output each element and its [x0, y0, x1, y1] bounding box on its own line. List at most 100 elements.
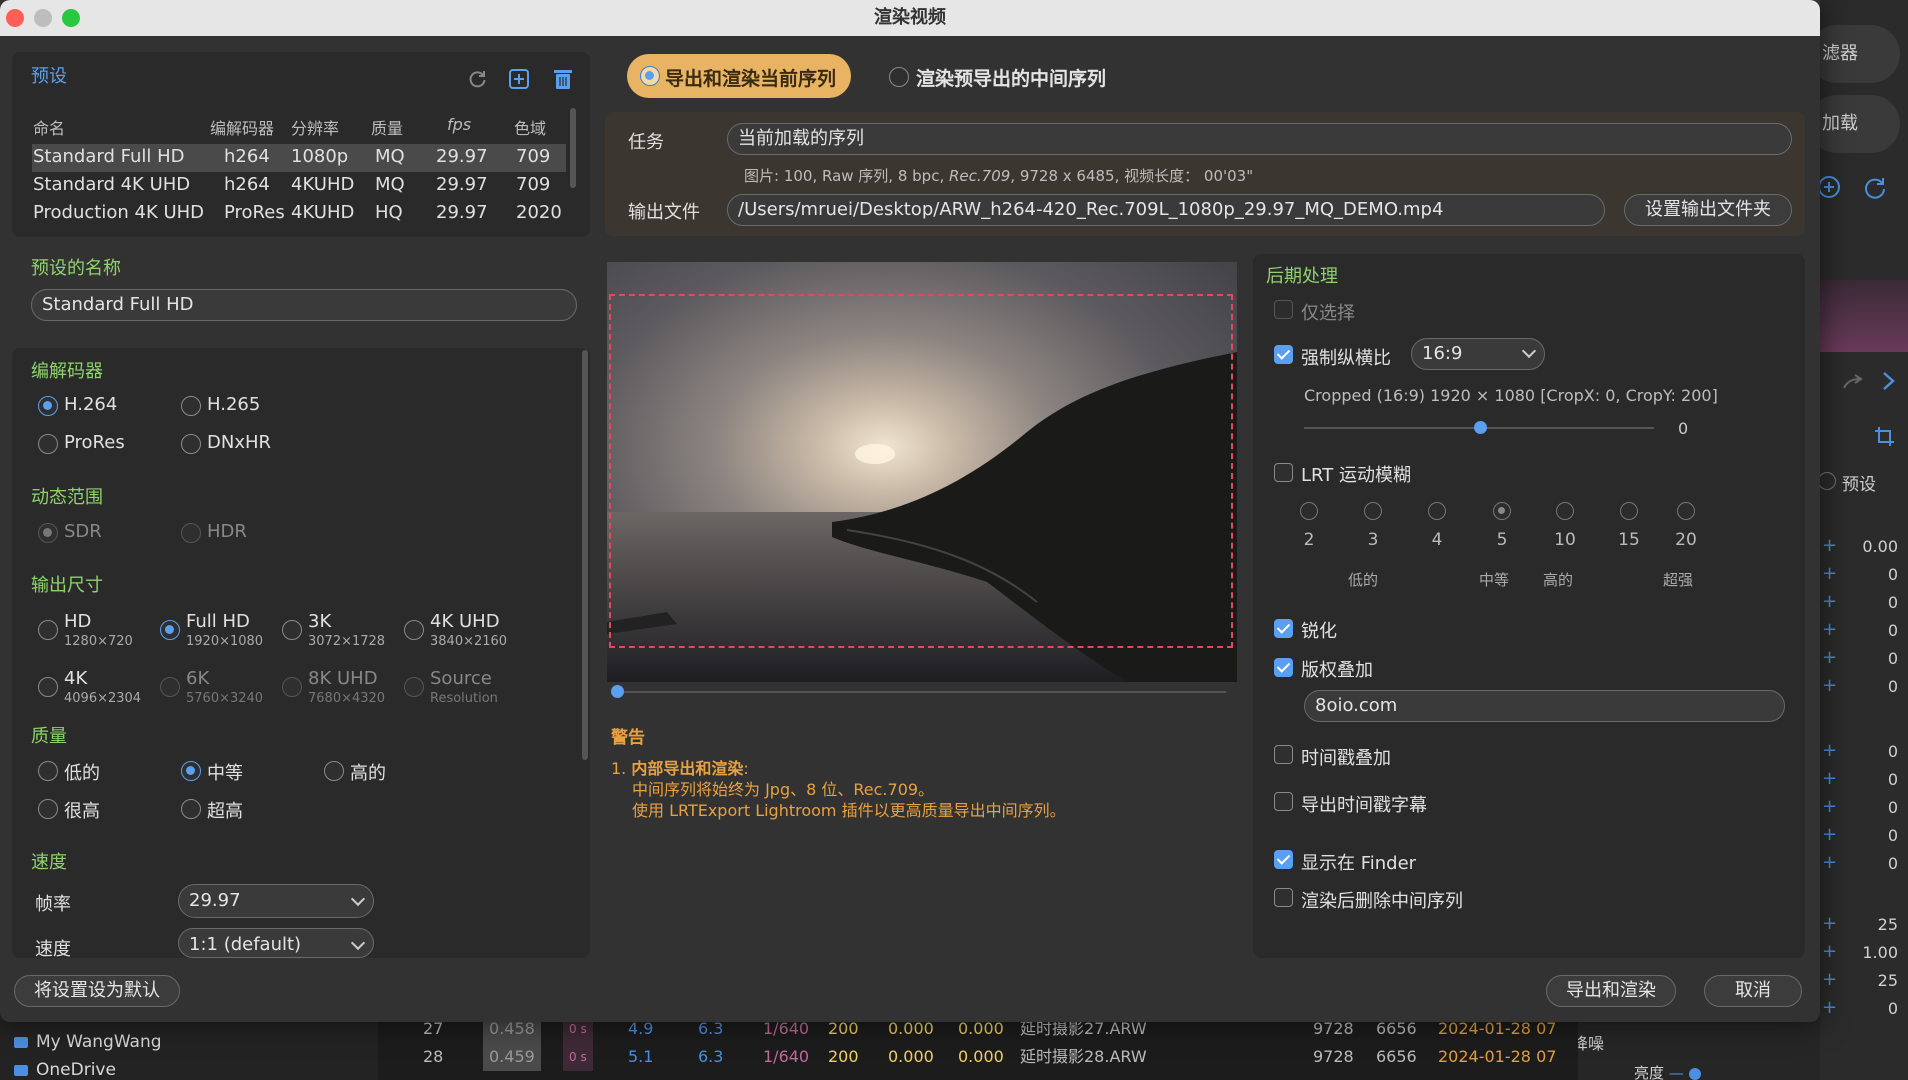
preview-scrubber-thumb[interactable]	[611, 685, 624, 698]
size-4kuhd-radio[interactable]	[404, 620, 424, 640]
col-header-gamut[interactable]: 色域	[514, 115, 546, 139]
plus-icon[interactable]: +	[1822, 768, 1837, 789]
codec-dnxhr-radio[interactable]	[181, 434, 201, 454]
set-output-folder-button[interactable]: 设置输出文件夹	[1624, 194, 1792, 226]
blur-level-2-radio[interactable]	[1300, 502, 1318, 520]
show-in-finder-label[interactable]: 显示在 Finder	[1301, 849, 1416, 875]
plus-icon[interactable]: +	[1822, 740, 1837, 761]
codec-prores-radio[interactable]	[38, 434, 58, 454]
col-header-codec[interactable]: 编解码器	[210, 115, 274, 139]
bg-load-button[interactable]: 加载	[1808, 95, 1900, 153]
plus-icon[interactable]: +	[1822, 852, 1837, 873]
selection-only-checkbox[interactable]	[1274, 300, 1293, 319]
cancel-button[interactable]: 取消	[1704, 975, 1802, 1007]
plus-icon[interactable]: +	[1822, 535, 1837, 556]
size-fullhd-label[interactable]: Full HD	[186, 611, 250, 632]
size-fullhd-radio[interactable]	[160, 620, 180, 640]
blur-level-4-radio[interactable]	[1428, 502, 1446, 520]
speed-select[interactable]: 1:1 (default)	[178, 928, 374, 958]
quality-veryhigh-label[interactable]: 很高	[64, 797, 100, 823]
codec-h264-label[interactable]: H.264	[64, 394, 117, 415]
delete-intermediate-checkbox[interactable]	[1274, 888, 1293, 907]
sharpen-label[interactable]: 锐化	[1301, 617, 1337, 643]
size-4k-radio[interactable]	[38, 677, 58, 697]
size-8kuhd-label[interactable]: 8K UHD	[308, 668, 378, 689]
plus-icon[interactable]: +	[1822, 941, 1837, 962]
preview-scrubber-track[interactable]	[614, 691, 1226, 693]
output-file-input[interactable]: /Users/mruei/Desktop/ARW_h264-420_Rec.70…	[727, 194, 1605, 226]
timestamp-label[interactable]: 时间戳叠加	[1301, 744, 1391, 770]
quality-high-radio[interactable]	[324, 761, 344, 781]
set-default-button[interactable]: 将设置设为默认	[14, 975, 180, 1007]
hdr-radio[interactable]	[181, 523, 201, 543]
size-3k-radio[interactable]	[282, 620, 302, 640]
size-source-radio[interactable]	[404, 677, 424, 697]
selection-only-label[interactable]: 仅选择	[1301, 299, 1355, 325]
settings-scrollbar[interactable]	[582, 350, 588, 760]
sdr-label[interactable]: SDR	[64, 521, 102, 542]
col-header-fps[interactable]: fps	[447, 115, 471, 134]
quality-medium-radio[interactable]	[181, 761, 201, 781]
plus-icon[interactable]: +	[1822, 913, 1837, 934]
blur-level-20-radio[interactable]	[1677, 502, 1695, 520]
blur-level-15-radio[interactable]	[1620, 502, 1638, 520]
motion-blur-checkbox[interactable]	[1274, 463, 1293, 482]
timestamp-checkbox[interactable]	[1274, 745, 1293, 764]
framerate-select[interactable]: 29.97	[178, 884, 374, 918]
plus-icon[interactable]: +	[1822, 997, 1837, 1018]
col-header-resolution[interactable]: 分辨率	[291, 115, 339, 139]
size-3k-label[interactable]: 3K	[308, 611, 331, 632]
preset-name-input[interactable]: Standard Full HD	[31, 289, 577, 321]
copyright-checkbox[interactable]	[1274, 658, 1293, 677]
col-header-name[interactable]: 命名	[33, 115, 65, 139]
size-source-label[interactable]: Source	[430, 668, 492, 689]
tab-render-intermediate[interactable]: 渲染预导出的中间序列	[916, 64, 1106, 91]
copyright-input[interactable]: 8oio.com	[1304, 690, 1785, 722]
crop-slider-thumb[interactable]	[1474, 421, 1487, 434]
size-4k-label[interactable]: 4K	[64, 668, 87, 689]
bg-next-icon[interactable]	[1880, 370, 1898, 392]
quality-low-radio[interactable]	[38, 761, 58, 781]
show-in-finder-checkbox[interactable]	[1274, 850, 1293, 869]
export-render-button[interactable]: 导出和渲染	[1546, 975, 1676, 1007]
plus-icon[interactable]: +	[1822, 647, 1837, 668]
blur-level-3-radio[interactable]	[1364, 502, 1382, 520]
bg-sidebar-item[interactable]: My WangWang	[14, 1032, 162, 1052]
motion-blur-label[interactable]: LRT 运动模糊	[1301, 461, 1411, 487]
quality-low-label[interactable]: 低的	[64, 759, 100, 785]
size-6k-radio[interactable]	[160, 677, 180, 697]
bg-sidebar-item[interactable]: OneDrive	[14, 1060, 116, 1080]
plus-icon[interactable]: +	[1822, 969, 1837, 990]
codec-h265-label[interactable]: H.265	[207, 394, 260, 415]
bg-crop-icon[interactable]	[1874, 426, 1896, 448]
bg-filter-button[interactable]: 滤器	[1808, 25, 1900, 83]
bg-preset-radio[interactable]	[1818, 472, 1836, 490]
add-preset-icon[interactable]	[508, 68, 530, 90]
col-header-quality[interactable]: 质量	[371, 115, 403, 139]
export-subtitle-label[interactable]: 导出时间戳字幕	[1301, 791, 1427, 817]
force-aspect-label[interactable]: 强制纵横比	[1301, 344, 1391, 370]
copyright-label[interactable]: 版权叠加	[1301, 656, 1373, 682]
plus-icon[interactable]: +	[1822, 591, 1837, 612]
quality-ultra-label[interactable]: 超高	[207, 797, 243, 823]
sdr-radio[interactable]	[38, 523, 58, 543]
refresh-icon[interactable]	[466, 68, 488, 90]
size-hd-radio[interactable]	[38, 620, 58, 640]
codec-h265-radio[interactable]	[181, 396, 201, 416]
plus-icon[interactable]: +	[1822, 796, 1837, 817]
tab-export-current[interactable]: 导出和渲染当前序列	[627, 54, 851, 98]
codec-dnxhr-label[interactable]: DNxHR	[207, 432, 271, 453]
bg-table-row[interactable]: 28 0.459 0 s 5.1 6.3 1/640 200 0.000 0.000 延时摄影28…	[378, 1043, 1578, 1071]
bg-refresh-icon[interactable]	[1862, 174, 1888, 200]
presets-scrollbar[interactable]	[570, 108, 576, 188]
sharpen-checkbox[interactable]	[1274, 619, 1293, 638]
crop-overlay-box[interactable]	[609, 294, 1233, 648]
plus-icon[interactable]: +	[1822, 824, 1837, 845]
size-4kuhd-label[interactable]: 4K UHD	[430, 611, 500, 632]
bg-brightness-control[interactable]: 亮度 —	[1634, 1062, 1701, 1080]
quality-medium-label[interactable]: 中等	[207, 759, 243, 785]
codec-prores-label[interactable]: ProRes	[64, 432, 125, 453]
size-hd-label[interactable]: HD	[64, 611, 91, 632]
size-6k-label[interactable]: 6K	[186, 668, 209, 689]
trash-icon[interactable]	[553, 68, 573, 90]
